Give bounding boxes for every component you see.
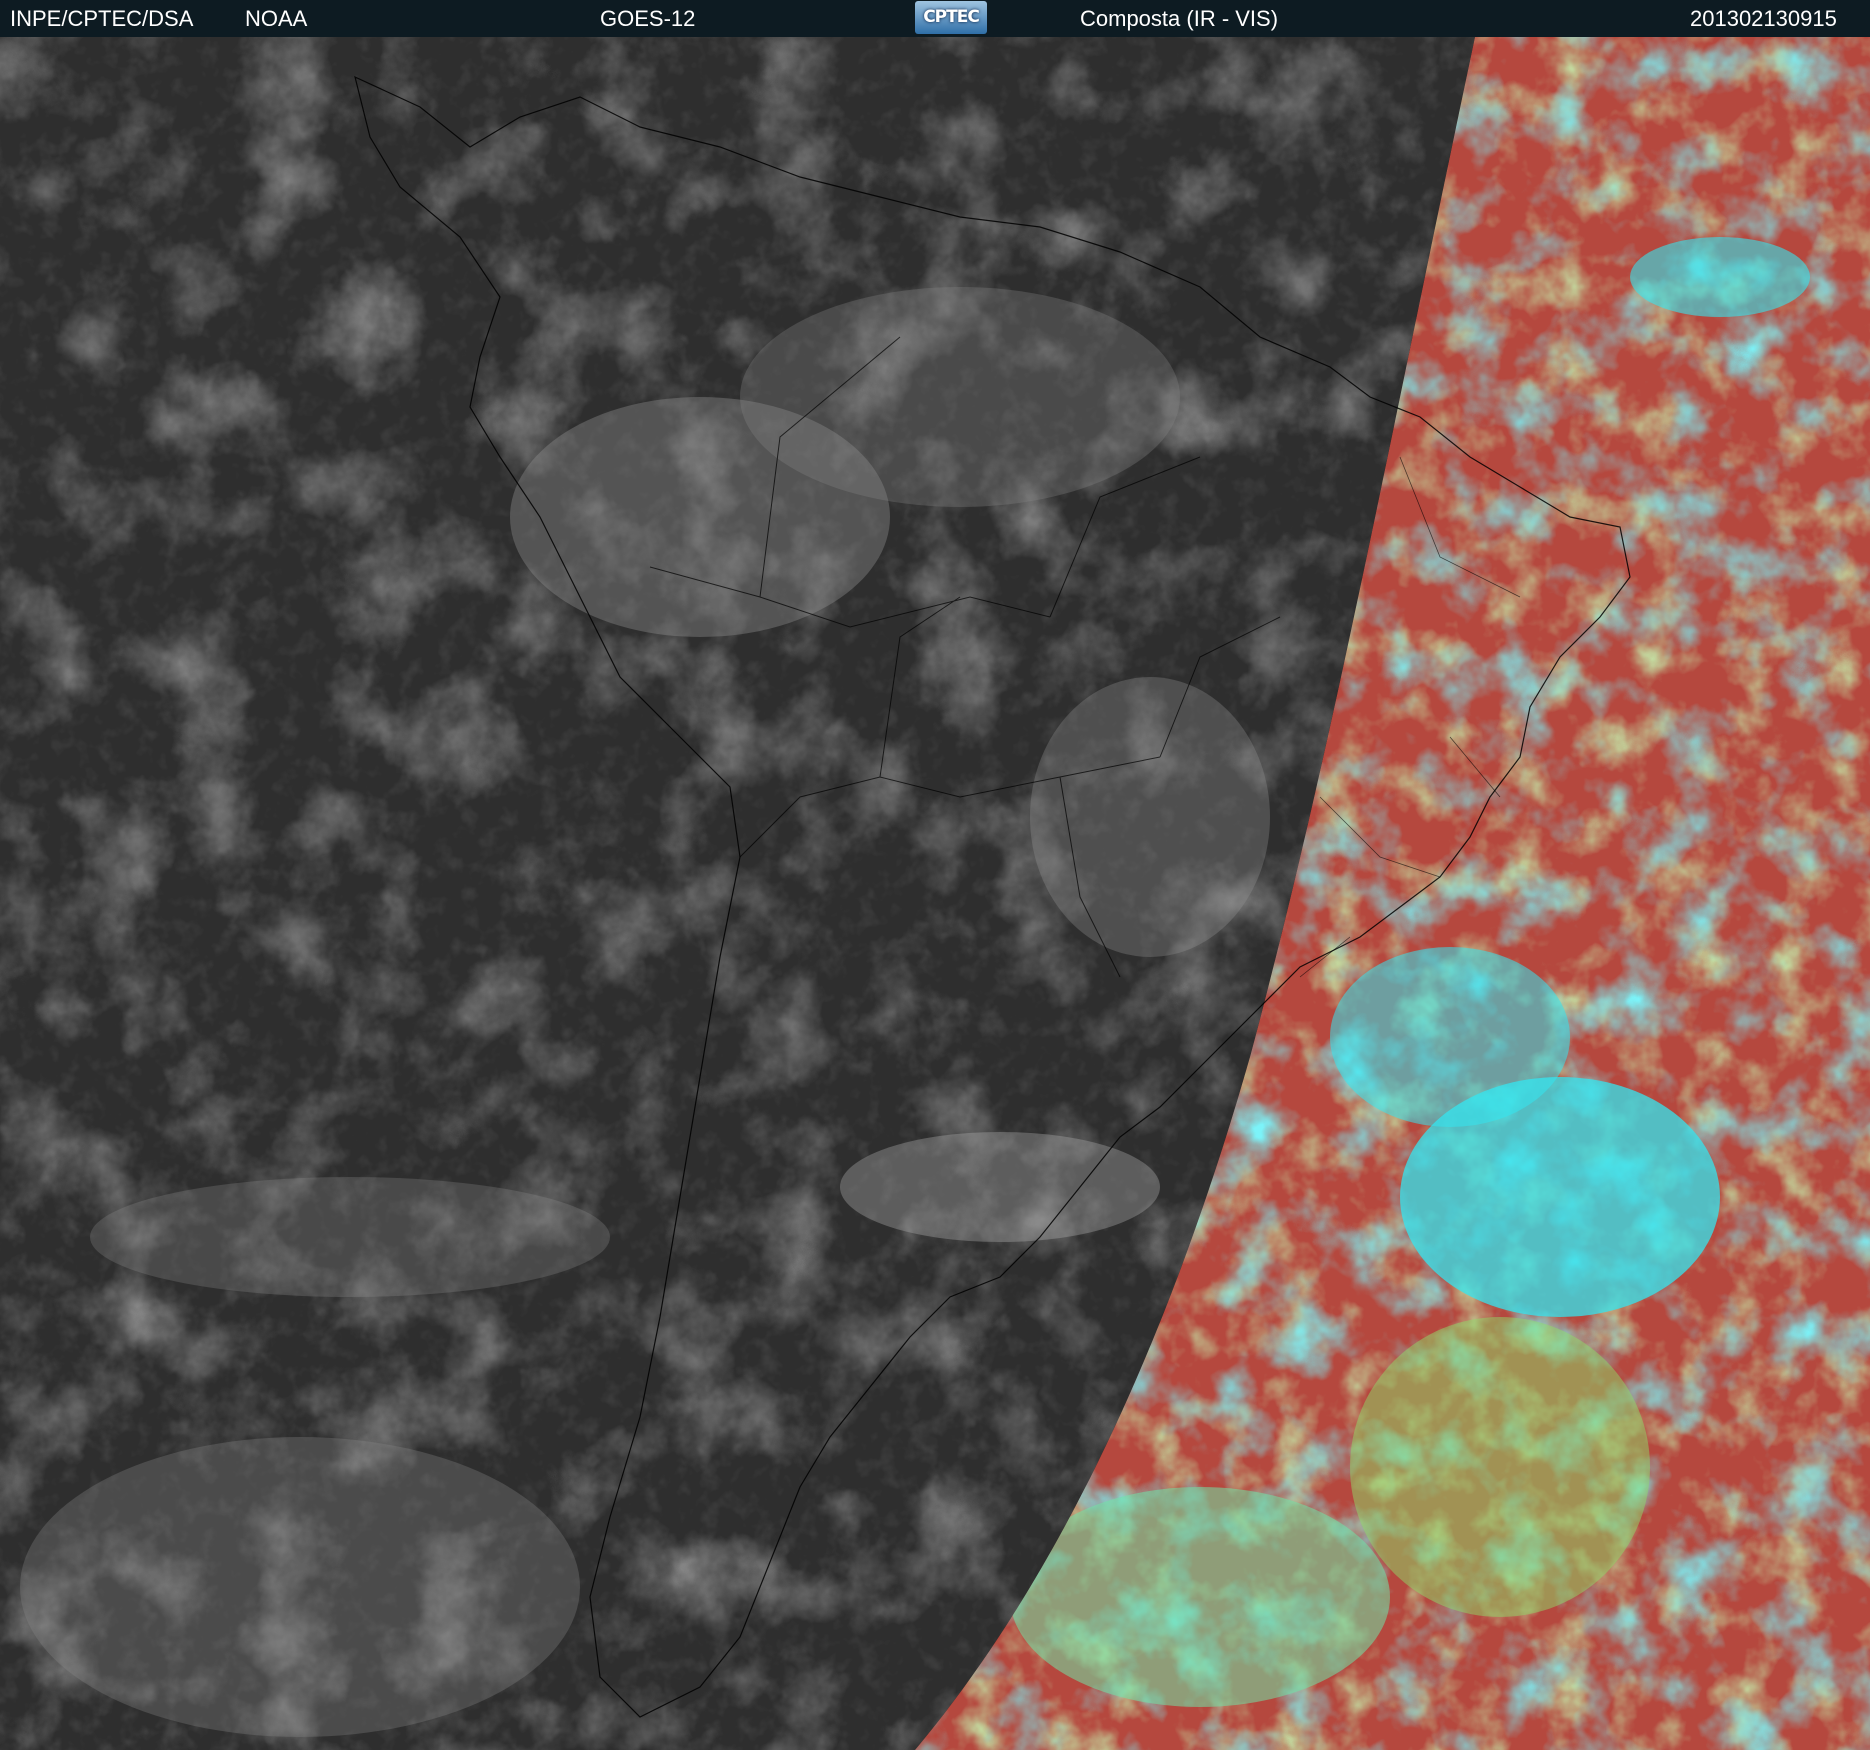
- header-bar: INPE/CPTEC/DSA NOAA GOES-12 CPTEC Compos…: [0, 0, 1870, 37]
- timestamp-label: 201302130915: [1690, 6, 1837, 31]
- product-label: Composta (IR - VIS): [1080, 6, 1279, 31]
- cptec-logo: CPTEC: [915, 1, 987, 34]
- satellite-imagery: [0, 37, 1870, 1750]
- partner-label: NOAA: [245, 6, 308, 31]
- satellite-label: GOES-12: [600, 6, 696, 31]
- agency-label: INPE/CPTEC/DSA: [10, 6, 194, 31]
